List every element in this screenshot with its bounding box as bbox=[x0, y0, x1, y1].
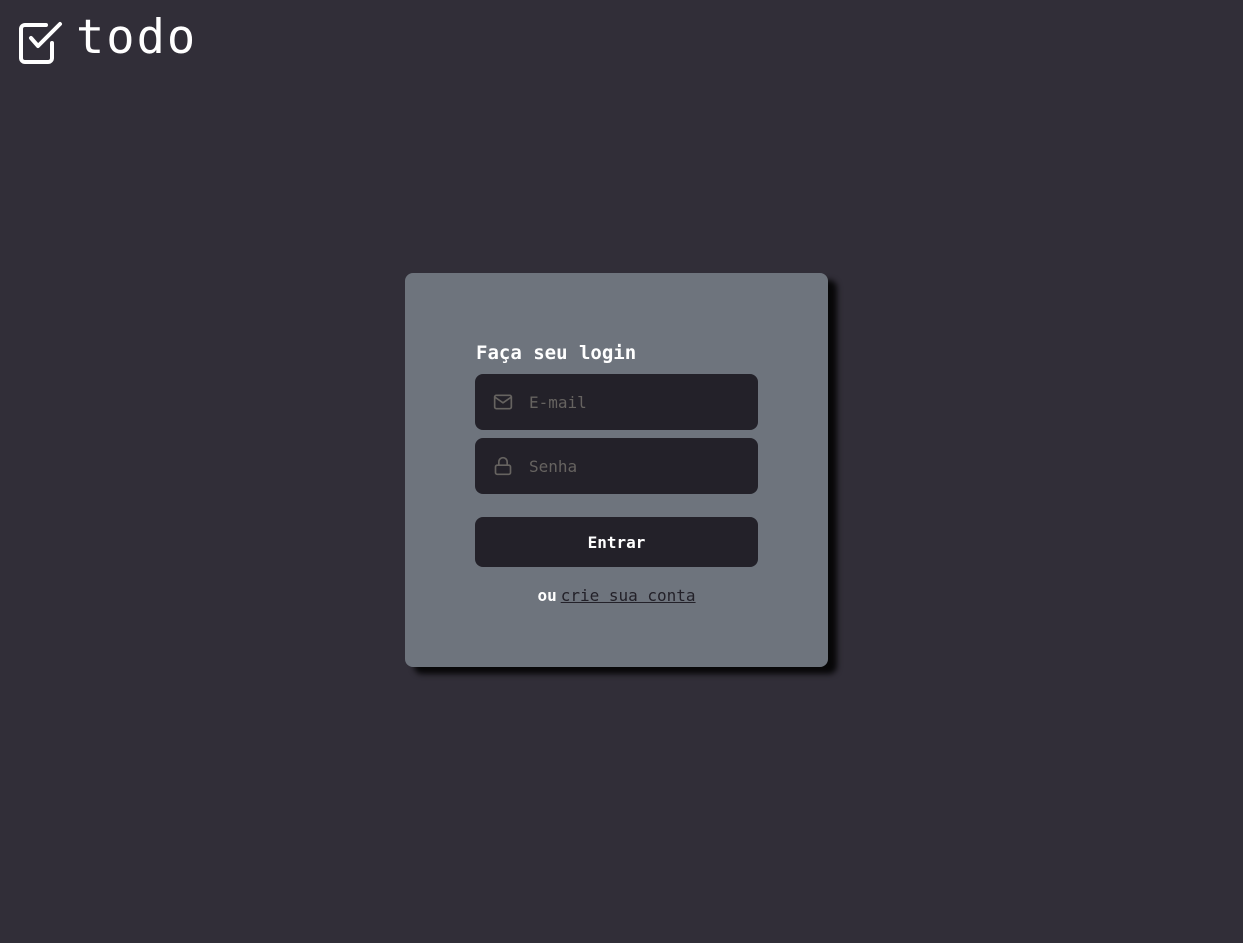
signup-prefix: ou bbox=[537, 586, 557, 605]
email-input[interactable] bbox=[529, 392, 749, 412]
signup-prompt: ou crie sua conta bbox=[475, 585, 758, 607]
login-title: Faça seu login bbox=[476, 342, 637, 364]
checkbox-checked-icon bbox=[19, 22, 62, 64]
logo-text: todo bbox=[76, 10, 198, 65]
lock-icon bbox=[494, 456, 512, 476]
email-field-container[interactable] bbox=[475, 374, 758, 430]
login-button[interactable]: Entrar bbox=[475, 517, 758, 567]
login-form: Faça seu login Entrar oucrie sua conta bbox=[475, 339, 758, 607]
create-account-link[interactable]: crie sua conta bbox=[561, 586, 696, 605]
login-card: Faça seu login Entrar oucrie sua conta bbox=[405, 273, 828, 667]
password-input[interactable] bbox=[529, 456, 749, 476]
app-logo: todo bbox=[18, 10, 197, 66]
mail-icon bbox=[493, 394, 513, 410]
password-field-container[interactable] bbox=[475, 438, 758, 494]
